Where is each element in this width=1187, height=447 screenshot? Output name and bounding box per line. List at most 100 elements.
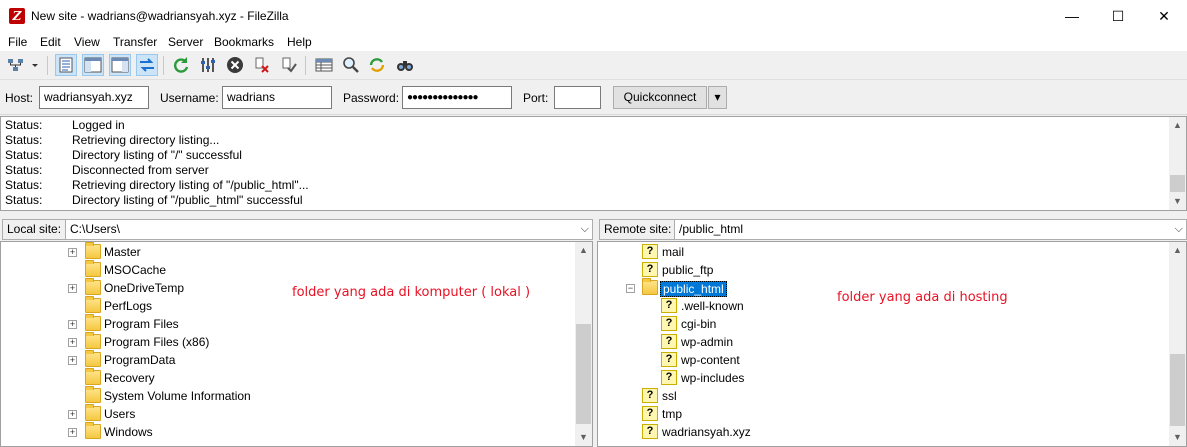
- menu-edit[interactable]: Edit: [40, 35, 61, 49]
- menu-server[interactable]: Server: [168, 35, 203, 49]
- compare-icon[interactable]: [340, 54, 362, 76]
- local-tree-item[interactable]: + ProgramData: [1, 350, 571, 369]
- remote-tree-scrollbar[interactable]: ▲ ▼: [1169, 242, 1186, 446]
- menu-bookmarks[interactable]: Bookmarks: [214, 35, 274, 49]
- remote-tree-item[interactable]: ? ssl: [598, 387, 1168, 405]
- directory-filter-icon[interactable]: [313, 54, 335, 76]
- password-label: Password:: [343, 91, 400, 105]
- local-tree-item[interactable]: + Program Files (x86): [1, 332, 571, 351]
- folder-icon: [85, 242, 101, 259]
- local-tree-item[interactable]: System Volume Information: [1, 386, 571, 405]
- log-scroll-thumb[interactable]: [1170, 175, 1185, 192]
- menu-view[interactable]: View: [74, 35, 100, 49]
- local-tree-item[interactable]: + Users: [1, 404, 571, 423]
- host-label: Host:: [5, 91, 34, 105]
- tree-item-label: .well-known: [681, 299, 744, 313]
- local-path-combo[interactable]: C:\Users\ ⌵: [65, 219, 593, 240]
- local-tree-item[interactable]: + Windows: [1, 422, 571, 441]
- folder-icon: [85, 314, 101, 331]
- remote-scroll-thumb[interactable]: [1170, 354, 1185, 426]
- toggle-remote-tree-icon[interactable]: [109, 54, 131, 76]
- search-icon[interactable]: [394, 54, 416, 76]
- scroll-up-arrow-icon[interactable]: ▲: [575, 242, 592, 259]
- process-queue-icon[interactable]: [197, 54, 219, 76]
- remote-tree-item[interactable]: ? public_ftp: [598, 261, 1168, 279]
- log-message: Directory listing of "/public_html" succ…: [72, 193, 303, 207]
- remote-tree-item[interactable]: ? wadriansyah.xyz: [598, 423, 1168, 441]
- tree-item-label: Recovery: [104, 371, 155, 385]
- window-title: New site - wadrians@wadriansyah.xyz - Fi…: [31, 9, 289, 23]
- local-path-value: C:\Users\: [70, 222, 121, 236]
- chevron-down-icon[interactable]: ⌵: [1175, 220, 1183, 239]
- tree-item-label: wp-admin: [681, 335, 734, 349]
- tree-item-label: Master: [104, 245, 141, 259]
- local-tree-item[interactable]: Recovery: [1, 368, 571, 387]
- scroll-down-arrow-icon[interactable]: ▼: [1169, 193, 1186, 210]
- quickconnect-button[interactable]: Quickconnect: [613, 86, 707, 109]
- log-scrollbar[interactable]: ▲ ▼: [1169, 117, 1186, 210]
- folder-icon: [85, 296, 101, 313]
- menu-transfer[interactable]: Transfer: [113, 35, 157, 49]
- dropdown-arrow-icon[interactable]: [28, 54, 42, 76]
- chevron-down-icon[interactable]: ⌵: [581, 220, 589, 239]
- host-input[interactable]: wadriansyah.xyz: [39, 86, 149, 109]
- toggle-queue-icon[interactable]: [136, 54, 158, 76]
- log-status-label: Status:: [5, 118, 43, 132]
- remote-tree-item[interactable]: ? cgi-bin: [598, 315, 1168, 333]
- unknown-folder-icon: ?: [661, 316, 677, 331]
- unknown-folder-icon: ?: [642, 424, 658, 439]
- menu-help[interactable]: Help: [287, 35, 312, 49]
- expand-icon[interactable]: +: [68, 248, 77, 257]
- reconnect-icon[interactable]: [278, 54, 300, 76]
- toggle-local-tree-icon[interactable]: [82, 54, 104, 76]
- unknown-folder-icon: ?: [661, 352, 677, 367]
- scroll-down-arrow-icon[interactable]: ▼: [575, 429, 592, 446]
- quickconnect-dropdown[interactable]: ▾: [708, 86, 727, 109]
- close-button[interactable]: ✕: [1141, 0, 1187, 32]
- remote-tree-item[interactable]: ? mail: [598, 243, 1168, 261]
- username-input[interactable]: wadrians: [222, 86, 332, 109]
- remote-tree-item[interactable]: ? wp-admin: [598, 333, 1168, 351]
- remote-tree-item[interactable]: ? wp-content: [598, 351, 1168, 369]
- tree-item-label: Program Files: [104, 317, 179, 331]
- tree-item-label: Windows: [104, 425, 153, 439]
- expand-icon[interactable]: +: [68, 284, 77, 293]
- password-input[interactable]: ●●●●●●●●●●●●●●: [402, 86, 512, 109]
- expand-icon[interactable]: +: [68, 428, 77, 437]
- expand-icon[interactable]: +: [68, 356, 77, 365]
- remote-tree-item[interactable]: ? wp-includes: [598, 369, 1168, 387]
- tree-item-label: OneDriveTemp: [104, 281, 185, 295]
- scroll-up-arrow-icon[interactable]: ▲: [1169, 242, 1186, 259]
- remote-path-combo[interactable]: /public_html ⌵: [674, 219, 1187, 240]
- expand-icon[interactable]: +: [68, 410, 77, 419]
- scroll-down-arrow-icon[interactable]: ▼: [1169, 429, 1186, 446]
- menu-file[interactable]: File: [8, 35, 27, 49]
- message-log: Status: Logged in Status: Retrieving dir…: [0, 116, 1187, 211]
- local-tree-item[interactable]: + Program Files: [1, 314, 571, 333]
- site-manager-icon[interactable]: [5, 54, 27, 76]
- log-status-label: Status:: [5, 148, 43, 162]
- disconnect-icon[interactable]: [251, 54, 273, 76]
- remote-site-label: Remote site:: [599, 219, 677, 240]
- local-scroll-thumb[interactable]: [576, 324, 591, 424]
- filezilla-icon: Z: [9, 8, 25, 24]
- maximize-button[interactable]: ☐: [1095, 0, 1141, 32]
- folder-icon: [85, 422, 101, 439]
- toggle-log-icon[interactable]: [55, 54, 77, 76]
- tree-item-label: tmp: [662, 407, 683, 421]
- minimize-button[interactable]: —: [1049, 0, 1095, 32]
- scroll-up-arrow-icon[interactable]: ▲: [1169, 117, 1186, 134]
- expand-icon[interactable]: +: [68, 338, 77, 347]
- local-tree-item[interactable]: + Master: [1, 242, 571, 261]
- remote-tree-item[interactable]: ? tmp: [598, 405, 1168, 423]
- cancel-icon[interactable]: [224, 54, 246, 76]
- refresh-icon[interactable]: [170, 54, 192, 76]
- expand-icon[interactable]: +: [68, 320, 77, 329]
- local-tree-item[interactable]: MSOCache: [1, 260, 571, 279]
- sync-browsing-icon[interactable]: [366, 54, 388, 76]
- collapse-icon[interactable]: −: [626, 284, 635, 293]
- port-input[interactable]: [554, 86, 601, 109]
- folder-icon: [85, 278, 101, 295]
- remote-panel: Remote site: /public_html ⌵ ▲ ▼ ? mail? pu…: [597, 217, 1187, 447]
- local-tree-scrollbar[interactable]: ▲ ▼: [575, 242, 592, 446]
